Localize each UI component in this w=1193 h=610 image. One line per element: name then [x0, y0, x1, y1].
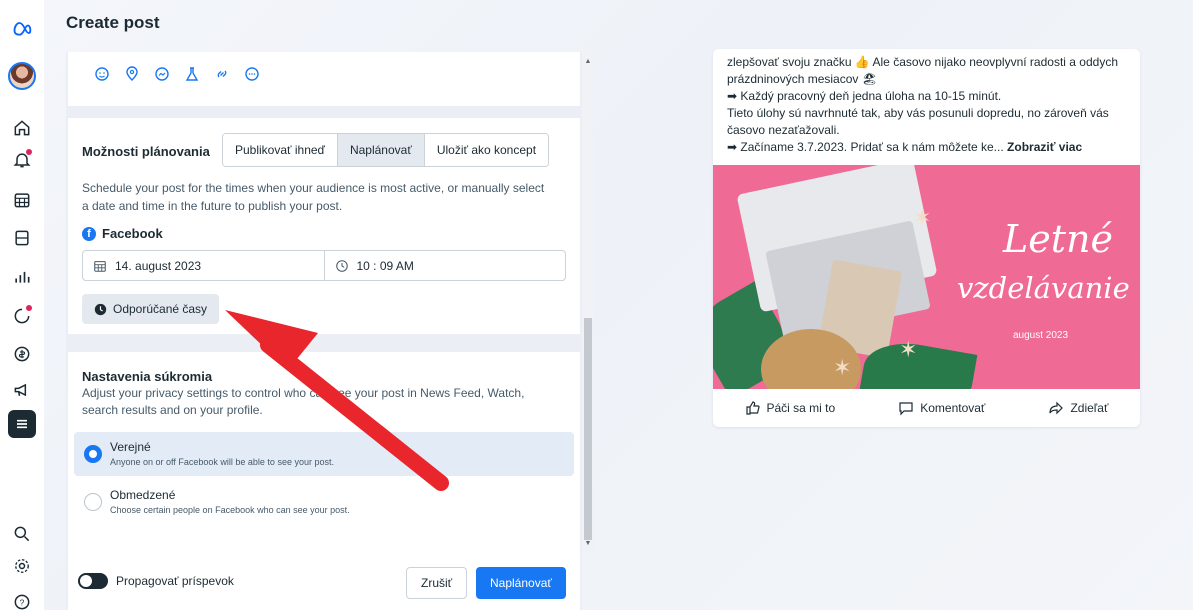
time-value: 10 : 09 AM	[356, 258, 414, 273]
promote-toggle[interactable]	[78, 573, 108, 589]
share-icon	[1049, 401, 1064, 415]
tab-save-draft[interactable]: Uložiť ako koncept	[424, 134, 549, 166]
link-icon[interactable]	[214, 66, 230, 82]
starfish-icon: ✶	[913, 205, 932, 230]
meta-logo-icon[interactable]	[8, 14, 36, 42]
recommended-times-label: Odporúčané časy	[113, 302, 208, 316]
preview-line: ➡ Začíname 3.7.2023. Pridať sa k nám môž…	[727, 139, 1127, 156]
preview-text: zlepšovať svoju značku 👍 Ale časovo nija…	[727, 54, 1127, 156]
more-icon[interactable]	[244, 66, 260, 82]
cancel-button[interactable]: Zrušiť	[406, 567, 468, 599]
menu-icon[interactable]	[8, 410, 36, 438]
date-value: 14. august 2023	[115, 258, 202, 273]
facebook-icon: f	[82, 226, 96, 241]
like-action[interactable]: Páči sa mi to	[745, 400, 836, 416]
inbox-icon[interactable]	[8, 302, 36, 330]
clock-icon	[335, 259, 348, 272]
image-subtitle: august 2023	[1013, 330, 1069, 341]
scroll-up-arrow-icon[interactable]: ▲	[584, 58, 592, 66]
privacy-title: Nastavenia súkromia	[82, 369, 213, 384]
privacy-settings-card: Nastavenia súkromia Adjust your privacy …	[68, 352, 580, 584]
preview-actions: Páči sa mi to Komentovať Zdieľať	[713, 389, 1140, 427]
privacy-option-sub: Anyone on or off Facebook will be able t…	[110, 457, 334, 467]
privacy-option-label: Verejné	[110, 440, 151, 454]
tab-schedule[interactable]: Naplánovať	[337, 134, 425, 166]
tab-publish-now[interactable]: Publikovať ihneď	[223, 134, 338, 166]
preview-image: ✶ ✶ ✶ Letné vzdelávanie august 2023	[713, 165, 1140, 389]
ads-icon[interactable]	[8, 376, 36, 404]
clock-filled-icon	[94, 303, 107, 315]
date-field[interactable]: 14. august 2023	[83, 251, 325, 280]
scheduling-description: Schedule your post for the times when yo…	[82, 181, 545, 213]
platform-label: Facebook	[102, 226, 163, 241]
scrollbar-thumb[interactable]	[584, 318, 592, 540]
image-title-line2: vzdelávanie	[957, 271, 1130, 305]
time-field[interactable]: 10 : 09 AM	[325, 251, 566, 280]
scheduling-tabs: Publikovať ihneď Naplánovať Uložiť ako k…	[222, 133, 550, 167]
privacy-option-label: Obmedzené	[110, 488, 176, 502]
preview-line: zlepšovať svoju značku 👍 Ale časovo nija…	[727, 55, 1118, 86]
post-footer: Propagovať príspevok Zrušiť Naplánovať	[68, 554, 580, 610]
schedule-button[interactable]: Naplánovať	[476, 567, 566, 599]
comment-icon	[899, 402, 913, 416]
post-tools-card	[68, 52, 580, 106]
share-label: Zdieľať	[1070, 401, 1109, 415]
content-icon[interactable]	[8, 224, 36, 252]
recommended-times-button[interactable]: Odporúčané časy	[82, 294, 220, 324]
privacy-description: Adjust your privacy settings to control …	[82, 386, 525, 417]
inbox-dot	[26, 305, 32, 311]
calendar-small-icon	[94, 260, 106, 272]
share-action[interactable]: Zdieľať	[1048, 400, 1108, 416]
starfish-icon: ✶	[899, 337, 918, 362]
post-preview: zlepšovať svoju značku 👍 Ale časovo nija…	[713, 49, 1140, 427]
promote-label: Propagovať príspevok	[116, 574, 234, 588]
starfish-icon: ✶	[833, 355, 852, 380]
search-icon[interactable]	[8, 520, 36, 548]
settings-icon[interactable]	[8, 552, 36, 580]
help-icon[interactable]: ?	[8, 588, 36, 610]
insights-icon[interactable]	[8, 262, 36, 290]
comment-action[interactable]: Komentovať	[898, 400, 985, 416]
emoji-icon[interactable]	[94, 66, 110, 82]
scheduling-label: Možnosti plánovania	[82, 144, 210, 159]
monetization-icon[interactable]	[8, 340, 36, 368]
lab-icon[interactable]	[184, 66, 200, 82]
messenger-icon[interactable]	[154, 66, 170, 82]
preview-line: ➡ Každý pracovný deň jedna úloha na 10-1…	[727, 89, 1002, 103]
privacy-option-public[interactable]: Verejné Anyone on or off Facebook will b…	[74, 432, 574, 476]
left-navigation-rail: ?	[0, 0, 44, 610]
image-title-line1: Letné	[1003, 217, 1113, 261]
see-more-link[interactable]: Zobraziť viac	[1007, 140, 1082, 154]
radio-restricted[interactable]	[84, 493, 102, 511]
notification-dot	[26, 149, 32, 155]
privacy-option-restricted[interactable]: Obmedzené Choose certain people on Faceb…	[74, 480, 574, 524]
avatar[interactable]	[8, 62, 36, 90]
date-time-picker: 14. august 2023 10 : 09 AM	[82, 250, 566, 281]
comment-label: Komentovať	[920, 401, 986, 415]
preview-line: Tieto úlohy sú navrhnuté tak, aby vás po…	[727, 106, 1109, 137]
svg-text:?: ?	[20, 597, 25, 607]
calendar-icon[interactable]	[8, 186, 36, 214]
preview-line-text: ➡ Začíname 3.7.2023. Pridať sa k nám môž…	[727, 140, 1004, 154]
location-icon[interactable]	[124, 66, 140, 82]
scroll-down-arrow-icon[interactable]: ▼	[584, 540, 592, 548]
privacy-option-sub: Choose certain people on Facebook who ca…	[110, 505, 350, 515]
like-label: Páči sa mi to	[766, 401, 836, 415]
page-title: Create post	[66, 13, 160, 32]
like-icon	[745, 401, 760, 415]
home-icon[interactable]	[8, 114, 36, 142]
platform-row: f Facebook	[82, 226, 163, 241]
scheduling-options-card: Možnosti plánovania Publikovať ihneď Nap…	[68, 118, 580, 334]
notifications-icon[interactable]	[8, 146, 36, 174]
radio-public[interactable]	[84, 445, 102, 463]
create-post-panel: Možnosti plánovania Publikovať ihneď Nap…	[66, 52, 582, 610]
